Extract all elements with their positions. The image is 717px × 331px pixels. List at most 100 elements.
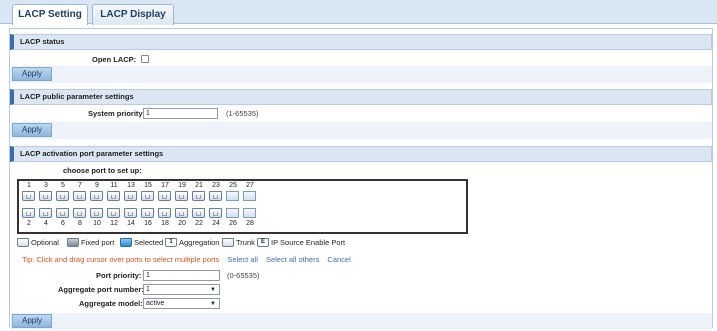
trunk-port-icon <box>222 237 234 247</box>
port-number: 12 <box>110 220 118 227</box>
port-priority-label: Port priority: <box>96 271 142 280</box>
port-10[interactable] <box>90 208 103 218</box>
port-number: 27 <box>246 182 254 189</box>
legend-selected: Selected <box>120 237 163 248</box>
port-number: 22 <box>195 220 203 227</box>
port-number: 15 <box>144 182 152 189</box>
public-params-apply-button[interactable]: Apply <box>12 123 52 137</box>
choose-port-label: choose port to set up: <box>63 166 142 175</box>
select-all-others-link[interactable]: Select all others <box>266 255 319 264</box>
legend-trunk: Trunk <box>222 237 255 248</box>
port-priority-input[interactable]: 1 <box>143 270 220 281</box>
system-priority-input[interactable]: 1 <box>143 108 218 119</box>
port-number: 21 <box>195 182 203 189</box>
port-number: 10 <box>93 220 101 227</box>
port-4[interactable] <box>39 208 52 218</box>
port-15[interactable] <box>141 191 154 201</box>
port-25[interactable] <box>226 191 239 201</box>
port-18[interactable] <box>158 208 171 218</box>
port-17[interactable] <box>158 191 171 201</box>
tip-prefix: Tip: <box>22 255 35 264</box>
port-19[interactable] <box>175 191 188 201</box>
port-9[interactable] <box>90 191 103 201</box>
port-number: 25 <box>229 182 237 189</box>
legend-optional: Optional <box>17 237 59 248</box>
tab-bar: LACP Setting LACP Display <box>0 0 717 25</box>
port-24[interactable] <box>209 208 222 218</box>
aggregate-model-select[interactable]: active ▼ <box>143 298 220 309</box>
port-number: 5 <box>61 182 65 189</box>
activation-apply-button[interactable]: Apply <box>12 314 52 328</box>
port-number: 1 <box>27 182 31 189</box>
aggregate-port-number-select[interactable]: 1 ▼ <box>143 284 220 295</box>
system-priority-range: (1-65535) <box>226 109 259 118</box>
port-number: 16 <box>144 220 152 227</box>
chevron-down-icon: ▼ <box>210 301 216 307</box>
port-priority-range: (0-65535) <box>227 271 260 280</box>
tip-line: Tip: Click and drag cursor over ports to… <box>22 255 351 264</box>
lacp-status-apply-button[interactable]: Apply <box>12 67 52 81</box>
port-1[interactable] <box>22 191 35 201</box>
port-number: 14 <box>127 220 135 227</box>
port-number: 8 <box>78 220 82 227</box>
port-23[interactable] <box>209 191 222 201</box>
tip-message: Click and drag cursor over ports to sele… <box>36 255 220 264</box>
optional-port-icon <box>17 237 29 247</box>
port-number: 11 <box>110 182 118 189</box>
port-20[interactable] <box>175 208 188 218</box>
port-27[interactable] <box>243 191 256 201</box>
select-all-link[interactable]: Select all <box>227 255 257 264</box>
fixed-port-icon <box>67 237 79 247</box>
port-number: 24 <box>212 220 220 227</box>
ip-source-port-icon: E <box>257 237 269 247</box>
port-number: 18 <box>161 220 169 227</box>
port-number: 7 <box>78 182 82 189</box>
port-number: 4 <box>44 220 48 227</box>
port-number: 26 <box>229 220 237 227</box>
selected-port-icon <box>120 237 132 247</box>
port-number: 2 <box>27 220 31 227</box>
apply-row <box>10 122 712 139</box>
port-number: 28 <box>246 220 254 227</box>
port-28[interactable] <box>243 208 256 218</box>
port-panel: 1 3 5 7 9 11 13 15 17 19 21 23 25 27 2 4 6 8 10 12 14 16 18 20 2… <box>17 179 468 234</box>
port-number: 17 <box>161 182 169 189</box>
port-8[interactable] <box>73 208 86 218</box>
system-priority-label: System priority <box>88 109 143 118</box>
open-lacp-label: Open LACP: <box>92 55 137 64</box>
port-5[interactable] <box>56 191 69 201</box>
port-22[interactable] <box>192 208 205 218</box>
open-lacp-checkbox[interactable] <box>141 55 149 63</box>
port-2[interactable] <box>22 208 35 218</box>
port-number: 20 <box>178 220 186 227</box>
apply-row <box>10 313 712 330</box>
public-params-header: LACP public parameter settings <box>10 89 712 105</box>
port-21[interactable] <box>192 191 205 201</box>
legend-fixed: Fixed port <box>67 237 114 248</box>
port-number: 9 <box>95 182 99 189</box>
port-26[interactable] <box>226 208 239 218</box>
port-11[interactable] <box>107 191 120 201</box>
port-6[interactable] <box>56 208 69 218</box>
tab-lacp-display[interactable]: LACP Display <box>92 4 174 25</box>
aggregation-port-icon: 1 <box>165 237 177 247</box>
cancel-link[interactable]: Cancel <box>327 255 350 264</box>
aggregate-port-number-label: Aggregate port number: <box>58 285 144 294</box>
lacp-status-header: LACP status <box>10 34 712 50</box>
legend-ipsource: E IP Source Enable Port <box>257 237 345 248</box>
chevron-down-icon: ▼ <box>210 287 216 293</box>
aggregate-model-label: Aggregate model: <box>79 299 143 308</box>
apply-row <box>10 66 712 83</box>
port-14[interactable] <box>124 208 137 218</box>
tab-lacp-setting[interactable]: LACP Setting <box>12 4 88 25</box>
activation-header: LACP activation port parameter settings <box>10 146 712 162</box>
port-3[interactable] <box>39 191 52 201</box>
port-13[interactable] <box>124 191 137 201</box>
port-number: 3 <box>44 182 48 189</box>
port-7[interactable] <box>73 191 86 201</box>
port-12[interactable] <box>107 208 120 218</box>
port-number: 13 <box>127 182 135 189</box>
port-number: 6 <box>61 220 65 227</box>
port-16[interactable] <box>141 208 154 218</box>
port-number: 19 <box>178 182 186 189</box>
